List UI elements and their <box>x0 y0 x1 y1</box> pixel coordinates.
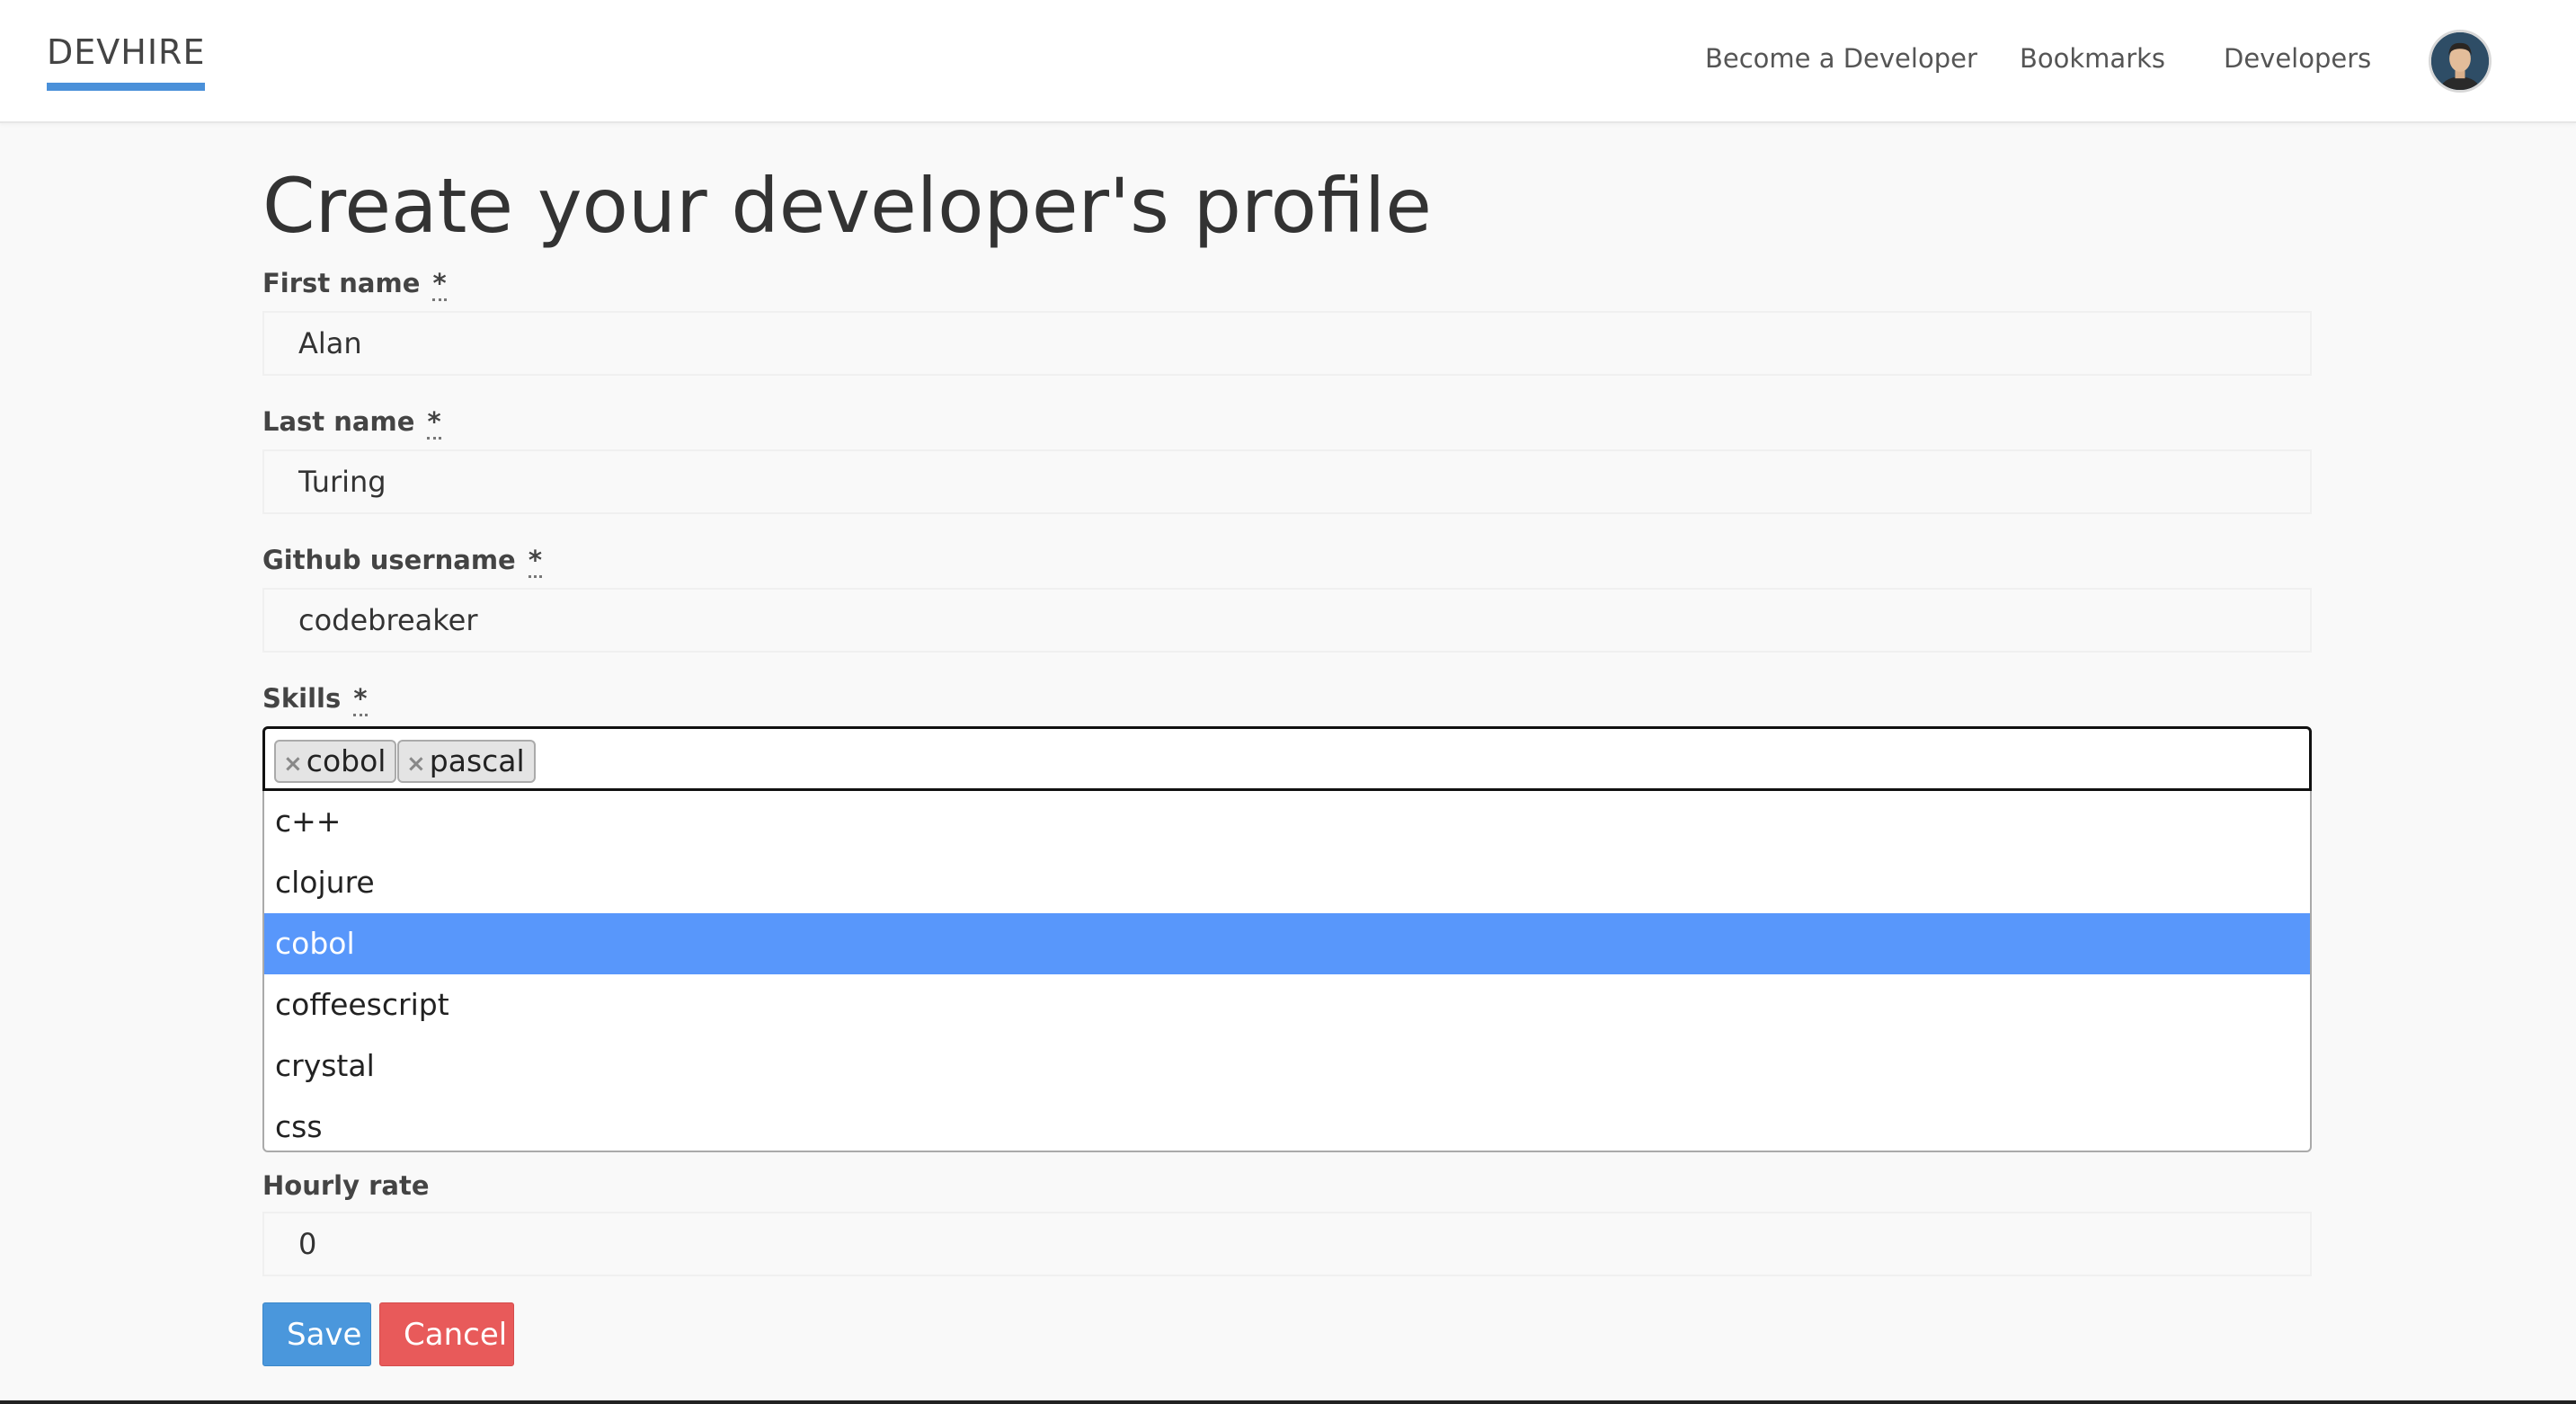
last-name-field[interactable] <box>262 449 2312 514</box>
skill-option[interactable]: c++ <box>264 791 2310 852</box>
first-name-field[interactable] <box>262 311 2312 376</box>
required-marker: * <box>432 268 447 301</box>
skill-option[interactable]: crystal <box>264 1035 2310 1097</box>
cancel-button[interactable]: Cancel <box>379 1302 514 1366</box>
nav-link-developers[interactable]: Developers <box>2224 43 2371 74</box>
skills-dropdown: c++ clojure cobol coffeescript crystal c… <box>262 791 2312 1152</box>
skills-label: Skills * <box>262 683 368 716</box>
skill-chip-cobol: × cobol <box>274 740 397 783</box>
brand-logo[interactable]: DEVHIRE <box>47 32 206 91</box>
remove-chip-icon[interactable]: × <box>406 751 426 778</box>
skill-option[interactable]: coffeescript <box>264 974 2310 1035</box>
remove-chip-icon[interactable]: × <box>283 751 303 778</box>
skill-option-highlighted[interactable]: cobol <box>264 913 2310 974</box>
required-marker: * <box>528 545 543 578</box>
required-marker: * <box>353 683 368 716</box>
avatar-portrait <box>2431 32 2489 90</box>
hourly-rate-field[interactable] <box>262 1212 2312 1276</box>
nav-link-become-developer[interactable]: Become a Developer <box>1705 43 1977 74</box>
skill-chip-pascal: × pascal <box>397 740 536 783</box>
user-avatar-icon[interactable] <box>2429 30 2492 93</box>
bottom-divider <box>0 1400 2576 1404</box>
top-navbar: DEVHIRE Become a Developer Bookmarks Dev… <box>0 0 2576 123</box>
page-title: Create your developer's profile <box>262 162 1432 250</box>
hourly-rate-label: Hourly rate <box>262 1170 430 1201</box>
save-button[interactable]: Save <box>262 1302 371 1366</box>
nav-link-bookmarks[interactable]: Bookmarks <box>2020 43 2165 74</box>
skills-multiselect[interactable]: × cobol × pascal <box>262 726 2312 791</box>
skill-option[interactable]: clojure <box>264 852 2310 913</box>
skill-option[interactable]: css <box>264 1097 2310 1151</box>
last-name-label: Last name * <box>262 406 441 440</box>
required-marker: * <box>427 406 441 440</box>
first-name-label: First name * <box>262 268 447 301</box>
github-username-label: Github username * <box>262 545 543 578</box>
github-username-field[interactable] <box>262 588 2312 653</box>
